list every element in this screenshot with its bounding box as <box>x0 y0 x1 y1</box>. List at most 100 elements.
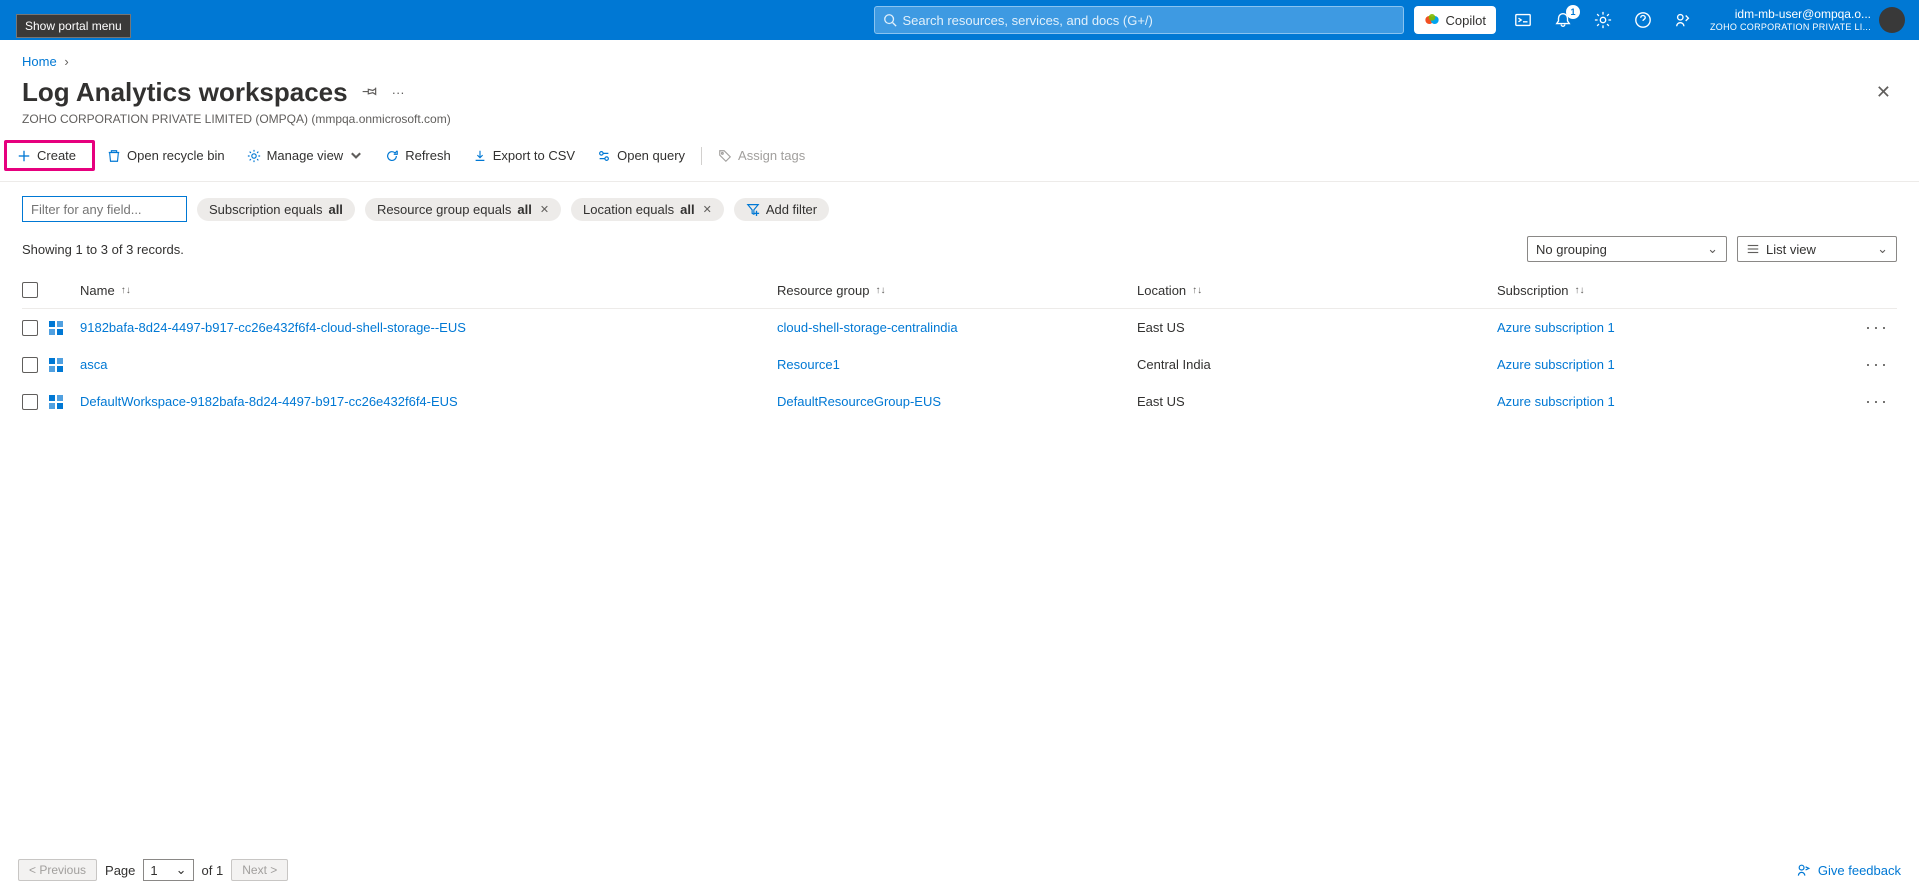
table-header: Name↑↓ Resource group↑↓ Location↑↓ Subsc… <box>22 272 1897 309</box>
subscription-link[interactable]: Azure subscription 1 <box>1497 394 1615 409</box>
chevron-down-icon <box>349 149 363 163</box>
workspace-name-link[interactable]: 9182bafa-8d24-4497-b917-cc26e432f6f4-clo… <box>80 320 466 335</box>
export-csv-label: Export to CSV <box>493 148 575 163</box>
page-select[interactable]: 1 ⌄ <box>143 859 193 881</box>
grouping-select[interactable]: No grouping ⌄ <box>1527 236 1727 262</box>
open-query-label: Open query <box>617 148 685 163</box>
filter-input[interactable] <box>22 196 187 222</box>
table-row: asca Resource1 Central IndiaAzure subscrip… <box>22 346 1897 383</box>
record-count: Showing 1 to 3 of 3 records. <box>22 242 184 257</box>
help-icon[interactable] <box>1634 11 1652 29</box>
open-query-button[interactable]: Open query <box>587 143 695 168</box>
subscription-link[interactable]: Azure subscription 1 <box>1497 357 1615 372</box>
account-org: ZOHO CORPORATION PRIVATE LI... <box>1710 22 1871 33</box>
resource-group-link[interactable]: Resource1 <box>777 357 840 372</box>
col-location[interactable]: Location↑↓ <box>1137 283 1497 298</box>
toolbar-separator <box>701 147 702 165</box>
row-checkbox[interactable] <box>22 320 38 336</box>
copilot-icon <box>1424 12 1440 28</box>
workspace-icon <box>48 394 64 410</box>
view-mode-select[interactable]: List view ⌄ <box>1737 236 1897 262</box>
page-subtitle: ZOHO CORPORATION PRIVATE LIMITED (OMPQA)… <box>0 108 1919 136</box>
pager: < Previous Page 1 ⌄ of 1 Next > <box>18 859 288 881</box>
resource-group-link[interactable]: DefaultResourceGroup-EUS <box>777 394 941 409</box>
more-icon[interactable]: ··· <box>392 85 405 100</box>
cloud-shell-icon[interactable] <box>1514 11 1532 29</box>
create-label: Create <box>37 148 76 163</box>
list-icon <box>1746 242 1760 256</box>
title-row: Log Analytics workspaces ··· ✕ <box>0 75 1919 108</box>
record-summary-row: Showing 1 to 3 of 3 records. No grouping… <box>0 230 1919 272</box>
col-subscription[interactable]: Subscription↑↓ <box>1497 283 1857 298</box>
workspace-icon <box>48 320 64 336</box>
open-recycle-button[interactable]: Open recycle bin <box>97 143 235 168</box>
add-filter-button[interactable]: Add filter <box>734 198 829 221</box>
create-button[interactable]: Create <box>7 143 86 168</box>
breadcrumb: Home › <box>0 40 1919 75</box>
assign-tags-button: Assign tags <box>708 143 815 168</box>
account-email: idm-mb-user@ompqa.o... <box>1710 7 1871 21</box>
row-more-icon[interactable]: ··· <box>1857 354 1897 375</box>
command-toolbar: Create Open recycle bin Manage view Refr… <box>0 136 1919 182</box>
refresh-label: Refresh <box>405 148 451 163</box>
feedback-icon <box>1796 862 1812 878</box>
row-more-icon[interactable]: ··· <box>1857 391 1897 412</box>
sort-icon: ↑↓ <box>1575 285 1585 296</box>
manage-view-label: Manage view <box>267 148 344 163</box>
feedback-icon[interactable] <box>1674 11 1692 29</box>
refresh-button[interactable]: Refresh <box>375 143 461 168</box>
next-button[interactable]: Next > <box>231 859 288 881</box>
search-icon <box>883 13 897 27</box>
global-search[interactable] <box>874 6 1404 34</box>
add-filter-icon <box>746 202 760 216</box>
col-resource-group[interactable]: Resource group↑↓ <box>777 283 1137 298</box>
close-icon[interactable]: ✕ <box>540 203 549 216</box>
give-feedback-link[interactable]: Give feedback <box>1796 862 1901 878</box>
chevron-down-icon: ⌄ <box>176 862 187 878</box>
resource-group-link[interactable]: cloud-shell-storage-centralindia <box>777 320 958 335</box>
account-menu[interactable]: idm-mb-user@ompqa.o... ZOHO CORPORATION … <box>1710 7 1905 33</box>
pin-icon[interactable] <box>362 83 378 102</box>
close-icon[interactable]: ✕ <box>1876 82 1891 103</box>
page-of-label: of 1 <box>202 863 224 878</box>
workspace-name-link[interactable]: DefaultWorkspace-9182bafa-8d24-4497-b917… <box>80 394 458 409</box>
settings-icon[interactable] <box>1594 11 1612 29</box>
location-filter-pill[interactable]: Location equals all ✕ <box>571 198 724 221</box>
header-icon-group: 1 <box>1514 11 1692 29</box>
manage-view-button[interactable]: Manage view <box>237 143 374 168</box>
subscription-filter-pill[interactable]: Subscription equals all <box>197 198 355 221</box>
location-cell: Central India <box>1137 357 1497 372</box>
row-more-icon[interactable]: ··· <box>1857 317 1897 338</box>
copilot-button[interactable]: Copilot <box>1414 6 1496 34</box>
assign-tags-label: Assign tags <box>738 148 805 163</box>
recycle-label: Open recycle bin <box>127 148 225 163</box>
workspace-icon <box>48 357 64 373</box>
chevron-right-icon: › <box>64 54 68 69</box>
grouping-value: No grouping <box>1536 242 1607 257</box>
avatar <box>1879 7 1905 33</box>
page-label: Page <box>105 863 135 878</box>
close-icon[interactable]: ✕ <box>703 203 712 216</box>
search-input[interactable] <box>903 13 1395 28</box>
copilot-label: Copilot <box>1446 13 1486 28</box>
table-row: DefaultWorkspace-9182bafa-8d24-4497-b917… <box>22 383 1897 420</box>
row-checkbox[interactable] <box>22 357 38 373</box>
notifications-icon[interactable]: 1 <box>1554 11 1572 29</box>
notification-badge: 1 <box>1566 5 1580 19</box>
table-row: 9182bafa-8d24-4497-b917-cc26e432f6f4-clo… <box>22 309 1897 346</box>
select-all-checkbox[interactable] <box>22 282 38 298</box>
row-checkbox[interactable] <box>22 394 38 410</box>
subscription-link[interactable]: Azure subscription 1 <box>1497 320 1615 335</box>
portal-menu-tooltip: Show portal menu <box>16 14 131 38</box>
export-csv-button[interactable]: Export to CSV <box>463 143 585 168</box>
sort-icon: ↑↓ <box>876 285 886 296</box>
azure-header: Show portal menu t Azure Copilot 1 <box>0 0 1919 40</box>
filter-bar: Subscription equals all Resource group e… <box>0 182 1919 230</box>
previous-button[interactable]: < Previous <box>18 859 97 881</box>
workspace-name-link[interactable]: asca <box>80 357 107 372</box>
breadcrumb-home[interactable]: Home <box>22 54 57 69</box>
add-filter-label: Add filter <box>766 202 817 217</box>
col-name[interactable]: Name↑↓ <box>80 283 777 298</box>
resource-group-filter-pill[interactable]: Resource group equals all ✕ <box>365 198 561 221</box>
chevron-down-icon: ⌄ <box>1877 241 1888 257</box>
